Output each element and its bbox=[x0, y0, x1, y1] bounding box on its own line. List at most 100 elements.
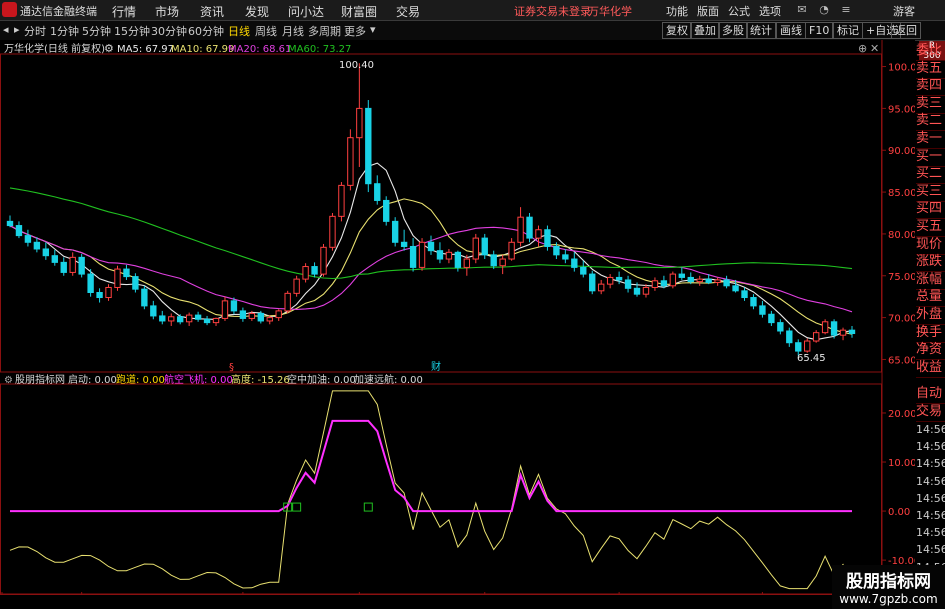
period-monthly[interactable]: 月线 bbox=[282, 23, 304, 39]
period-30min[interactable]: 30分钟 bbox=[151, 23, 187, 39]
quote-field: 换手 bbox=[916, 324, 945, 343]
menu-gongshi[interactable]: 公式 bbox=[728, 3, 750, 19]
bell-icon[interactable]: ◔ bbox=[818, 4, 830, 16]
quote-field: 卖一 bbox=[916, 130, 945, 149]
btn-fanhui[interactable]: 返回 bbox=[891, 22, 921, 39]
guest-label[interactable]: 游客 bbox=[893, 3, 915, 19]
settings-icon[interactable]: ≡ bbox=[840, 4, 852, 16]
candle bbox=[347, 129, 354, 191]
menu-jiaoyi[interactable]: 交易 bbox=[396, 3, 420, 20]
tick-time: 14:56 bbox=[916, 423, 945, 436]
menu-xuanxiang[interactable]: 选项 bbox=[759, 3, 781, 19]
price-tick-label: 100.0 bbox=[888, 63, 915, 74]
tick-time: 14:56 bbox=[916, 457, 945, 471]
menu-shichang[interactable]: 市场 bbox=[155, 3, 179, 20]
kongzhong-label: 空中加油: 0.00 bbox=[287, 373, 356, 386]
period-5min[interactable]: 5分钟 bbox=[82, 23, 111, 39]
period-fenshi[interactable]: 分时 bbox=[24, 23, 46, 39]
candle bbox=[293, 275, 300, 297]
menu-faxian[interactable]: 发现 bbox=[245, 3, 269, 20]
stock-header: 万华化学(日线 前复权) bbox=[4, 42, 105, 55]
menu-banmian[interactable]: 版面 bbox=[697, 3, 719, 19]
quote-field: 买五 bbox=[916, 218, 945, 237]
price-tick-label: 95.00 bbox=[888, 104, 915, 115]
period-1min[interactable]: 1分钟 bbox=[50, 23, 79, 39]
app-title: 通达信金融终端 bbox=[20, 5, 97, 18]
tick-time: 14:56 bbox=[916, 543, 945, 557]
btn-fuquan[interactable]: 复权 bbox=[662, 22, 692, 39]
tick-time: 14:56 bbox=[916, 491, 945, 505]
watermark: 股朋指标网 www.7gpzb.com bbox=[832, 565, 945, 609]
btn-biaoji[interactable]: 标记 bbox=[833, 22, 863, 39]
ma10-label: MA10: 67.99 bbox=[171, 44, 234, 55]
quote-field: 收益 bbox=[916, 359, 945, 378]
auto-trade-label[interactable]: 自动 bbox=[916, 385, 945, 404]
menu-caifuquan[interactable]: 财富圈 bbox=[341, 3, 377, 20]
watermark-url: www.7gpzb.com bbox=[839, 592, 938, 606]
app-logo-icon bbox=[2, 2, 17, 17]
period-toolbar: ◂ ▸ 分时 1分钟 5分钟 15分钟 30分钟 60分钟 日线 周线 月线 多… bbox=[0, 21, 945, 61]
menu-gongneng[interactable]: 功能 bbox=[666, 3, 688, 19]
period-more[interactable]: 更多 bbox=[344, 23, 366, 39]
indicator-tick-label: 10.00 bbox=[888, 458, 915, 469]
trade-login-warning[interactable]: 证券交易未登录 bbox=[514, 3, 591, 19]
low-label: 65.45 bbox=[797, 353, 826, 364]
price-tick-label: 80.00 bbox=[888, 230, 915, 241]
menu-hangqing[interactable]: 行情 bbox=[112, 3, 136, 20]
hangkong-label: 航空飞机: 0.00 bbox=[164, 373, 233, 386]
high-label: 100.40 bbox=[339, 60, 374, 71]
settings-gear-icon[interactable]: ⚙ bbox=[104, 42, 114, 55]
quote-field: 净资 bbox=[916, 341, 945, 361]
ma60-label: MA60: 73.27 bbox=[288, 44, 351, 55]
btn-duogu[interactable]: 多股 bbox=[718, 22, 748, 39]
period-daily[interactable]: 日线 bbox=[228, 23, 250, 39]
mail-icon[interactable]: ✉ bbox=[796, 4, 808, 16]
btn-huaxian[interactable]: 画线 bbox=[776, 22, 806, 39]
period-multi[interactable]: 多周期 bbox=[308, 23, 341, 39]
price-tick-label: 65.00 bbox=[888, 355, 915, 366]
period-weekly[interactable]: 周线 bbox=[255, 23, 277, 39]
more-dropdown-icon[interactable]: ▾ bbox=[370, 23, 376, 36]
jiasu-label: 加速远航: 0.00 bbox=[354, 373, 423, 386]
candle bbox=[114, 265, 121, 291]
quote-field: 买三 bbox=[916, 183, 945, 202]
btn-tongji[interactable]: 统计 bbox=[746, 22, 776, 39]
candle bbox=[821, 319, 829, 335]
quote-field: 涨跌 bbox=[916, 253, 945, 273]
candle bbox=[132, 273, 139, 293]
candle bbox=[830, 319, 838, 339]
price-tick-label: 85.00 bbox=[888, 188, 915, 199]
auto-trade-label[interactable]: 交易 bbox=[916, 403, 945, 422]
tick-time: 14:56 bbox=[916, 474, 945, 488]
menu-wenxiaoda[interactable]: 问小达 bbox=[288, 3, 324, 20]
s-mark: § bbox=[229, 362, 234, 373]
stock-title: 万华化学 bbox=[588, 5, 632, 18]
candle bbox=[338, 182, 345, 222]
gaodu-label: 高度: -15.26 bbox=[231, 373, 290, 386]
quote-field: 涨幅 bbox=[916, 271, 945, 290]
candle bbox=[302, 263, 309, 283]
tick-time: 14:56 bbox=[916, 440, 945, 454]
period-15min[interactable]: 15分钟 bbox=[114, 23, 150, 39]
price-tick-label: 70.00 bbox=[888, 314, 915, 325]
tick-time: 14:56 bbox=[916, 509, 945, 522]
watermark-title: 股朋指标网 bbox=[846, 572, 931, 592]
cai-mark: 财 bbox=[431, 360, 441, 373]
next-arrow-icon[interactable]: ▸ bbox=[14, 23, 20, 36]
candle bbox=[418, 238, 426, 271]
btn-f10[interactable]: F10 bbox=[805, 22, 834, 39]
quote-field: 总量 bbox=[916, 288, 945, 308]
prev-arrow-icon[interactable]: ◂ bbox=[3, 23, 9, 36]
period-60min[interactable]: 60分钟 bbox=[188, 23, 224, 39]
menu-zixun[interactable]: 资讯 bbox=[200, 3, 224, 20]
price-tick-label: 90.00 bbox=[888, 146, 915, 157]
zoom-icon[interactable]: ⊕ bbox=[858, 42, 867, 55]
btn-diejia[interactable]: 叠加 bbox=[690, 22, 720, 39]
quote-field: 买一 bbox=[916, 148, 945, 167]
candle bbox=[481, 233, 488, 260]
candle bbox=[589, 270, 596, 295]
close-panel-icon[interactable]: ✕ bbox=[870, 42, 879, 55]
candle bbox=[320, 243, 327, 277]
indicator-settings-icon[interactable]: ⚙ bbox=[4, 375, 13, 386]
chart-canvas[interactable]: 万华化学(日线 前复权) ⚙ MA5: 67.97 MA10: 67.99 MA… bbox=[0, 40, 915, 595]
